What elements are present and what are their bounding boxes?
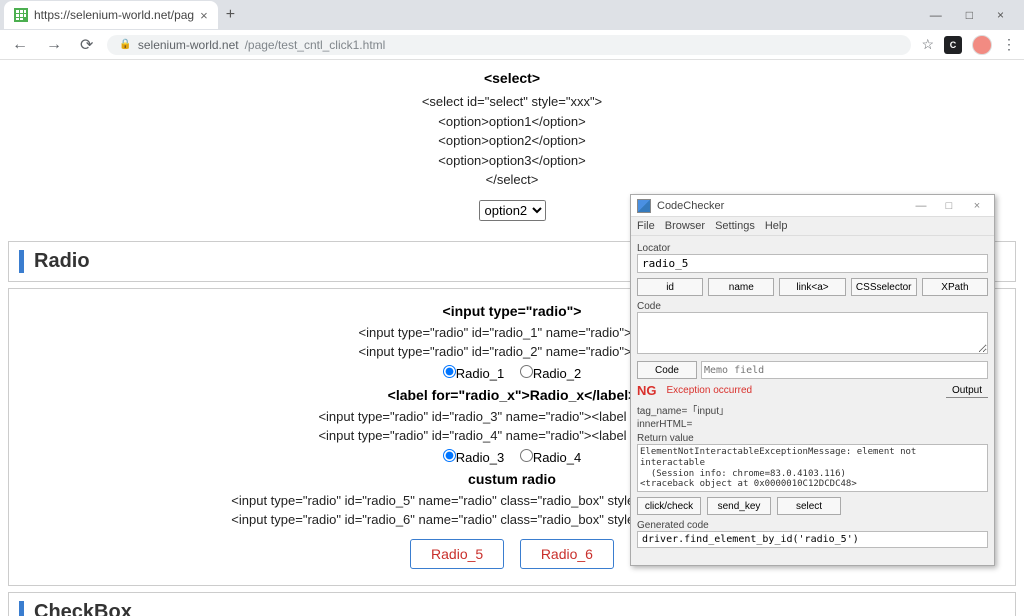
window-minimize-button[interactable]: — [926,6,946,24]
nav-forward-button[interactable]: → [42,34,66,56]
cc-btn-code[interactable]: Code [637,361,697,379]
radio-6-button[interactable]: Radio_6 [520,539,614,569]
cc-locator-input[interactable] [637,254,988,273]
nav-reload-button[interactable]: ⟳ [76,33,97,57]
nav-back-button[interactable]: ← [8,34,32,56]
cc-locator-label: Locator [637,243,988,254]
tab-bar: https://selenium-world.net/pag × + — □ × [0,0,1024,30]
window-maximize-button[interactable]: □ [962,6,977,24]
favicon [14,8,28,22]
radio-4-label: Radio_4 [533,450,581,465]
cc-menu-settings[interactable]: Settings [715,220,755,232]
cc-maximize-button[interactable]: □ [938,200,960,212]
cc-app-icon [637,199,651,213]
radio-3[interactable]: Radio_3 [443,450,504,465]
select-heading: <select> [8,70,1016,86]
cc-minimize-button[interactable]: — [910,200,932,212]
url-host: selenium-world.net [138,38,239,52]
cc-close-button[interactable]: × [966,200,988,212]
browser-chrome: https://selenium-world.net/pag × + — □ ×… [0,0,1024,60]
radio-input-1[interactable] [443,365,456,378]
code-line: <option>option2</option> [8,131,1016,151]
window-close-button[interactable]: × [993,6,1008,24]
select-dropdown[interactable]: option1option2option3 [479,200,546,221]
cc-btn-xpath[interactable]: XPath [922,278,988,296]
tab-title: https://selenium-world.net/pag [34,8,194,22]
menu-icon[interactable]: ⋮ [1002,36,1016,53]
cc-menu-file[interactable]: File [637,220,655,232]
cc-code-label: Code [637,301,988,312]
cc-titlebar[interactable]: CodeChecker — □ × [631,195,994,217]
code-line: </select> [8,170,1016,190]
url-path: /page/test_cntl_click1.html [245,38,386,52]
close-icon[interactable]: × [200,8,208,23]
cc-innerhtml: innerHTML= [637,419,988,430]
checkbox-title: CheckBox [19,601,1005,616]
radio-input-3[interactable] [443,449,456,462]
cc-btn-name[interactable]: name [708,278,774,296]
radio-1-label: Radio_1 [456,366,504,381]
cc-code-textarea[interactable] [637,312,988,354]
select-code-block: <select id="select" style="xxx"> <option… [8,92,1016,190]
cc-return-value[interactable]: ElementNotInteractableExceptionMessage: … [637,444,988,492]
radio-5-button[interactable]: Radio_5 [410,539,504,569]
cc-code-row: Code [637,361,988,379]
cc-exception-msg: Exception occurred [667,385,753,396]
radio-3-label: Radio_3 [456,450,504,465]
cc-btn-select[interactable]: select [777,497,841,515]
cc-memo-input[interactable] [701,361,988,379]
browser-tab[interactable]: https://selenium-world.net/pag × [4,1,218,29]
radio-1[interactable]: Radio_1 [443,366,504,381]
cc-menu-bar: File Browser Settings Help [631,217,994,236]
radio-input-4[interactable] [520,449,533,462]
cc-btn-link[interactable]: link<a> [779,278,845,296]
cc-return-label: Return value [637,433,988,444]
cc-btn-sendkey[interactable]: send_key [707,497,771,515]
radio-input-2[interactable] [520,365,533,378]
cc-gen-label: Generated code [637,520,988,531]
cc-btn-click[interactable]: click/check [637,497,701,515]
codechecker-window[interactable]: CodeChecker — □ × File Browser Settings … [630,194,995,566]
checkbox-section-header: CheckBox [8,592,1016,616]
cc-ng-status: NG [637,383,657,398]
bookmark-icon[interactable]: ☆ [921,36,934,53]
window-controls: — □ × [926,6,1020,24]
new-tab-button[interactable]: + [218,2,243,28]
code-line: <option>option3</option> [8,151,1016,171]
radio-4[interactable]: Radio_4 [520,450,581,465]
cc-btn-css[interactable]: CSSselector [851,278,917,296]
url-bar[interactable]: 🔒 selenium-world.net/page/test_cntl_clic… [107,35,911,55]
cc-gen-input[interactable] [637,531,988,548]
code-line: <option>option1</option> [8,112,1016,132]
nav-right-controls: ☆ C ⋮ [921,35,1016,55]
extension-icon[interactable]: C [944,36,962,54]
radio-2-label: Radio_2 [533,366,581,381]
cc-body: Locator id name link<a> CSSselector XPat… [631,236,994,552]
cc-menu-help[interactable]: Help [765,220,788,232]
lock-icon: 🔒 [119,39,131,50]
cc-btn-id[interactable]: id [637,278,703,296]
cc-menu-browser[interactable]: Browser [665,220,705,232]
profile-avatar[interactable] [972,35,992,55]
cc-title: CodeChecker [657,200,724,212]
cc-window-controls: — □ × [910,200,988,212]
nav-bar: ← → ⟳ 🔒 selenium-world.net/page/test_cnt… [0,30,1024,60]
code-line: <select id="select" style="xxx"> [8,92,1016,112]
cc-output-button[interactable]: Output [946,384,988,398]
cc-result-row: NG Exception occurred Output [637,383,988,398]
radio-2[interactable]: Radio_2 [520,366,581,381]
cc-locator-buttons: id name link<a> CSSselector XPath [637,278,988,296]
cc-action-buttons: click/check send_key select [637,497,988,515]
cc-tagname: tag_name=「input」 [637,402,988,417]
